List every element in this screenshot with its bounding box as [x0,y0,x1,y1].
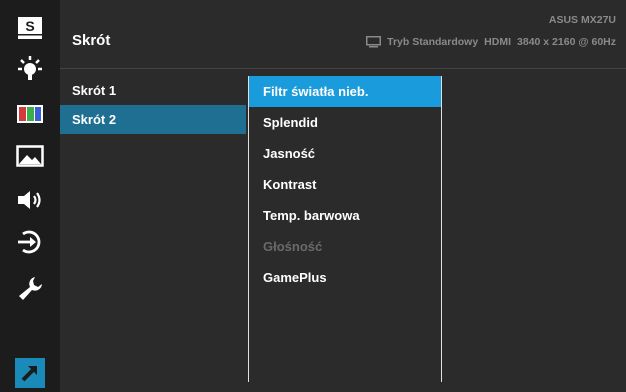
sound-icon [18,191,41,209]
svg-text:S: S [25,18,34,34]
option-brightness[interactable]: Jasność [249,138,441,169]
resolution-text: 3840 x 2160 @ 60Hz [517,36,616,48]
sidebar: S [0,0,60,392]
option-splendid[interactable]: Splendid [249,107,441,138]
sidebar-item-image[interactable] [8,136,52,176]
sidebar-item-sound[interactable] [8,180,52,220]
option-gameplus[interactable]: GamePlus [249,262,441,293]
color-bars-icon [17,105,43,123]
sidebar-item-splendid[interactable]: S [8,8,52,48]
shortcut-item-1[interactable]: Skrót 1 [60,76,246,105]
monitor-icon [366,36,382,48]
input-select-icon [18,230,41,254]
option-color-temp[interactable]: Temp. barwowa [249,200,441,231]
page-title: Skrót [72,32,111,49]
blue-light-filter-icon [18,56,42,80]
option-contrast[interactable]: Kontrast [249,169,441,200]
shortcut-list: Skrót 1 Skrót 2 [60,76,246,134]
model-name: ASUS MX27U [548,14,616,26]
header: Skrót ASUS MX27U Tryb Standardowy HDMI 3… [60,0,626,68]
sidebar-item-system[interactable] [8,268,52,308]
osd-window: S Skrót ASUS MX27U Tryb Standardowy HDMI… [0,0,626,392]
system-setup-wrench-icon [19,277,42,300]
mode-text: Tryb Standardowy [387,36,479,48]
sidebar-item-input[interactable] [8,222,52,262]
input-text: HDMI [484,36,512,48]
divider [60,68,626,69]
main-panel: Skrót ASUS MX27U Tryb Standardowy HDMI 3… [60,0,626,392]
shortcut-item-2[interactable]: Skrót 2 [60,105,246,134]
sidebar-item-shortcut[interactable] [15,358,45,388]
shortcut-arrow-icon [21,366,37,382]
option-volume: Głośność [263,239,323,254]
sidebar-item-color[interactable] [8,94,52,134]
option-blue-light-filter[interactable]: Filtr światła nieb. [249,76,441,107]
splendid-s-icon: S [18,17,42,39]
sidebar-item-blue-light[interactable] [8,50,52,90]
option-list: Filtr światła nieb. Splendid Jasność Kon… [248,76,442,382]
image-icon [16,145,44,167]
status-line: Tryb Standardowy HDMI 3840 x 2160 @ 60Hz [366,36,616,48]
